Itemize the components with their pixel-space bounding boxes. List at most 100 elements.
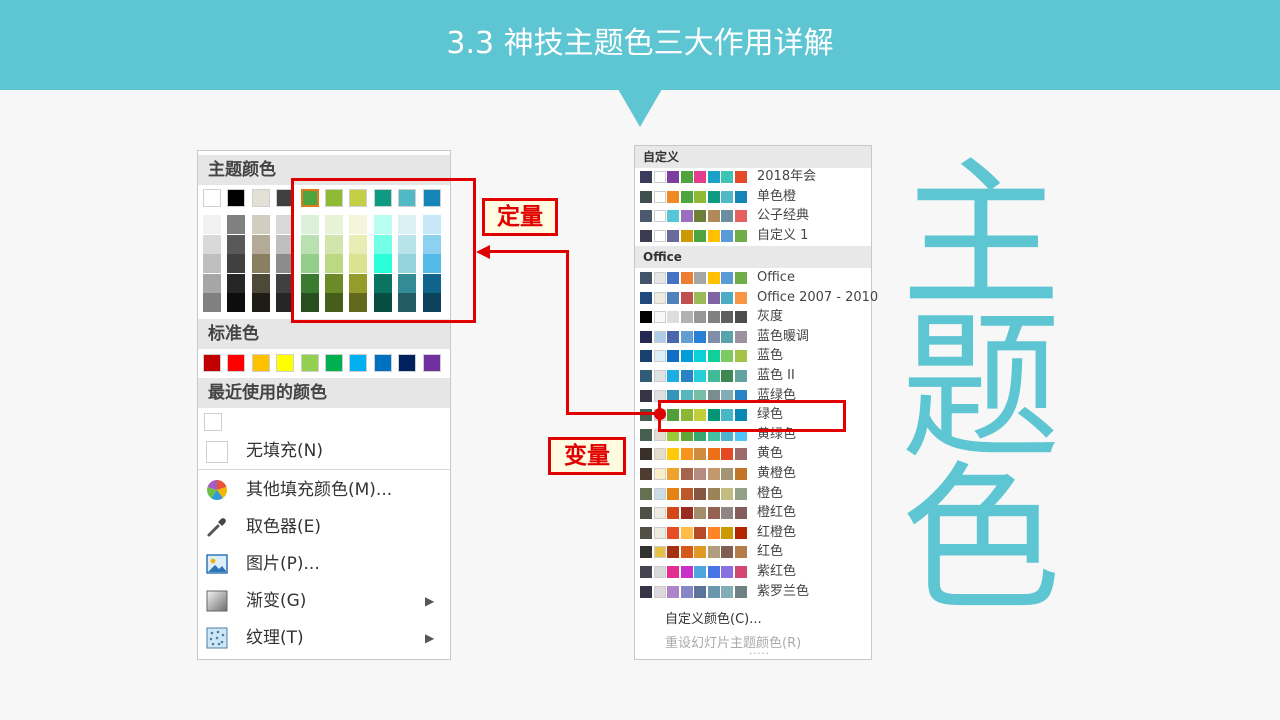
eyedropper-option[interactable]: 取色器(E) [198,510,450,544]
standard-color-swatch[interactable] [276,354,295,372]
theme-row[interactable]: 红橙色 [635,523,871,543]
page-title: 3.3 神技主题色三大作用详解 [446,26,834,61]
theme-row[interactable]: 公子经典 [635,206,871,226]
theme-color-chip [640,190,652,203]
theme-color-chip [640,428,652,441]
texture-option[interactable]: 纹理(T) ▶ [198,621,450,655]
gradient-option[interactable]: 渐变(G) ▶ [198,584,450,618]
standard-color-swatch[interactable] [203,354,221,372]
theme-tint-swatch[interactable] [227,273,246,293]
theme-color-chip [667,526,679,539]
theme-color-chip [653,448,666,461]
theme-tint-swatch[interactable] [251,293,270,312]
theme-color-chip [734,330,747,343]
theme-tint-swatch[interactable] [251,273,270,293]
recent-color-swatch[interactable] [204,413,222,431]
theme-color-chip [680,190,693,203]
theme-row[interactable]: 红色 [635,542,871,562]
theme-row[interactable]: 蓝色暖调 [635,327,871,347]
theme-color-chip [734,171,747,183]
theme-color-chip [640,468,652,480]
theme-row[interactable]: 自定义 1 [635,226,871,246]
theme-row[interactable]: 2018年会 [635,167,871,187]
theme-color-chip [694,507,706,520]
big-vertical-title: 主 题 色 [896,156,1066,620]
resize-grip[interactable]: ..... [749,646,770,657]
theme-color-chip [640,210,652,223]
theme-row[interactable]: 紫罗兰色 [635,582,871,602]
theme-color-chip [694,311,706,324]
standard-color-swatch[interactable] [325,354,343,372]
theme-color-swatch[interactable] [251,189,270,207]
palette-icon [207,480,227,500]
theme-color-chip [734,311,747,324]
standard-color-swatch[interactable] [422,354,441,372]
theme-color-chip [707,311,720,324]
standard-color-swatch[interactable] [300,354,319,372]
theme-row[interactable]: 单色橙 [635,187,871,207]
theme-color-chip [667,291,679,304]
theme-color-chip [707,487,720,500]
connector-line [566,250,569,415]
theme-color-chip [707,350,720,363]
theme-color-chip [653,585,666,598]
theme-row[interactable]: 橙红色 [635,503,871,523]
theme-row[interactable]: 灰度 [635,307,871,327]
theme-tint-swatch[interactable] [203,293,221,312]
theme-tint-swatch[interactable] [251,234,270,254]
theme-row[interactable]: 紫红色 [635,562,871,582]
theme-color-chip [707,526,720,539]
theme-color-chip [721,229,733,242]
theme-tint-swatch[interactable] [203,215,221,234]
theme-tint-swatch[interactable] [227,293,246,312]
theme-color-chip [694,229,706,242]
theme-tint-swatch[interactable] [203,273,221,293]
reset-theme-colors-link[interactable]: 重设幻灯片主题颜色(R) [665,632,801,651]
theme-tint-swatch[interactable] [203,254,221,273]
theme-color-swatch[interactable] [227,189,246,207]
submenu-arrow-icon: ▶ [425,594,435,608]
theme-tint-swatch[interactable] [227,215,246,234]
theme-tint-swatch[interactable] [227,254,246,273]
theme-tint-swatch[interactable] [203,234,221,254]
theme-color-chip [680,272,693,284]
theme-tint-swatch[interactable] [251,254,270,273]
texture-icon [206,627,228,649]
theme-row[interactable]: 蓝色 II [635,366,871,386]
submenu-arrow-icon: ▶ [425,631,435,645]
theme-color-chip [653,229,666,242]
theme-color-chip [707,190,720,203]
theme-color-chip [707,229,720,242]
theme-color-chip [707,448,720,461]
more-fill-colors-option[interactable]: 其他填充颜色(M)... [198,473,450,507]
theme-name: 2018年会 [757,169,817,184]
theme-name: 橙色 [757,485,784,501]
theme-row[interactable]: 橙色 [635,484,871,504]
custom-colors-link[interactable]: 自定义颜色(C)... [665,608,762,627]
theme-row[interactable]: Office [635,268,871,288]
theme-color-chip [680,448,693,461]
theme-row[interactable]: 蓝色 [635,346,871,366]
theme-color-chip [707,291,720,304]
standard-color-swatch[interactable] [251,354,270,372]
theme-row[interactable]: 黄橙色 [635,464,871,484]
theme-color-chip [694,487,706,500]
theme-color-chip [653,291,666,304]
theme-color-chip [653,171,666,183]
theme-color-swatch[interactable] [203,189,221,207]
picture-option[interactable]: 图片(P)... [198,547,450,581]
standard-color-swatch[interactable] [349,354,368,372]
theme-row[interactable]: Office 2007 - 2010 [635,288,878,308]
standard-color-swatch[interactable] [373,354,392,372]
standard-color-swatch[interactable] [227,354,246,372]
no-fill-option[interactable]: 无填充(N) [198,434,450,468]
theme-tint-swatch[interactable] [227,234,246,254]
theme-row[interactable]: 黄色 [635,444,871,464]
theme-tint-swatch[interactable] [251,215,270,234]
theme-color-chip [694,585,706,598]
connector-line [482,250,568,253]
theme-color-chip [694,350,706,363]
theme-color-chip [680,370,693,382]
theme-color-chip [653,330,666,343]
standard-color-swatch[interactable] [398,354,417,372]
